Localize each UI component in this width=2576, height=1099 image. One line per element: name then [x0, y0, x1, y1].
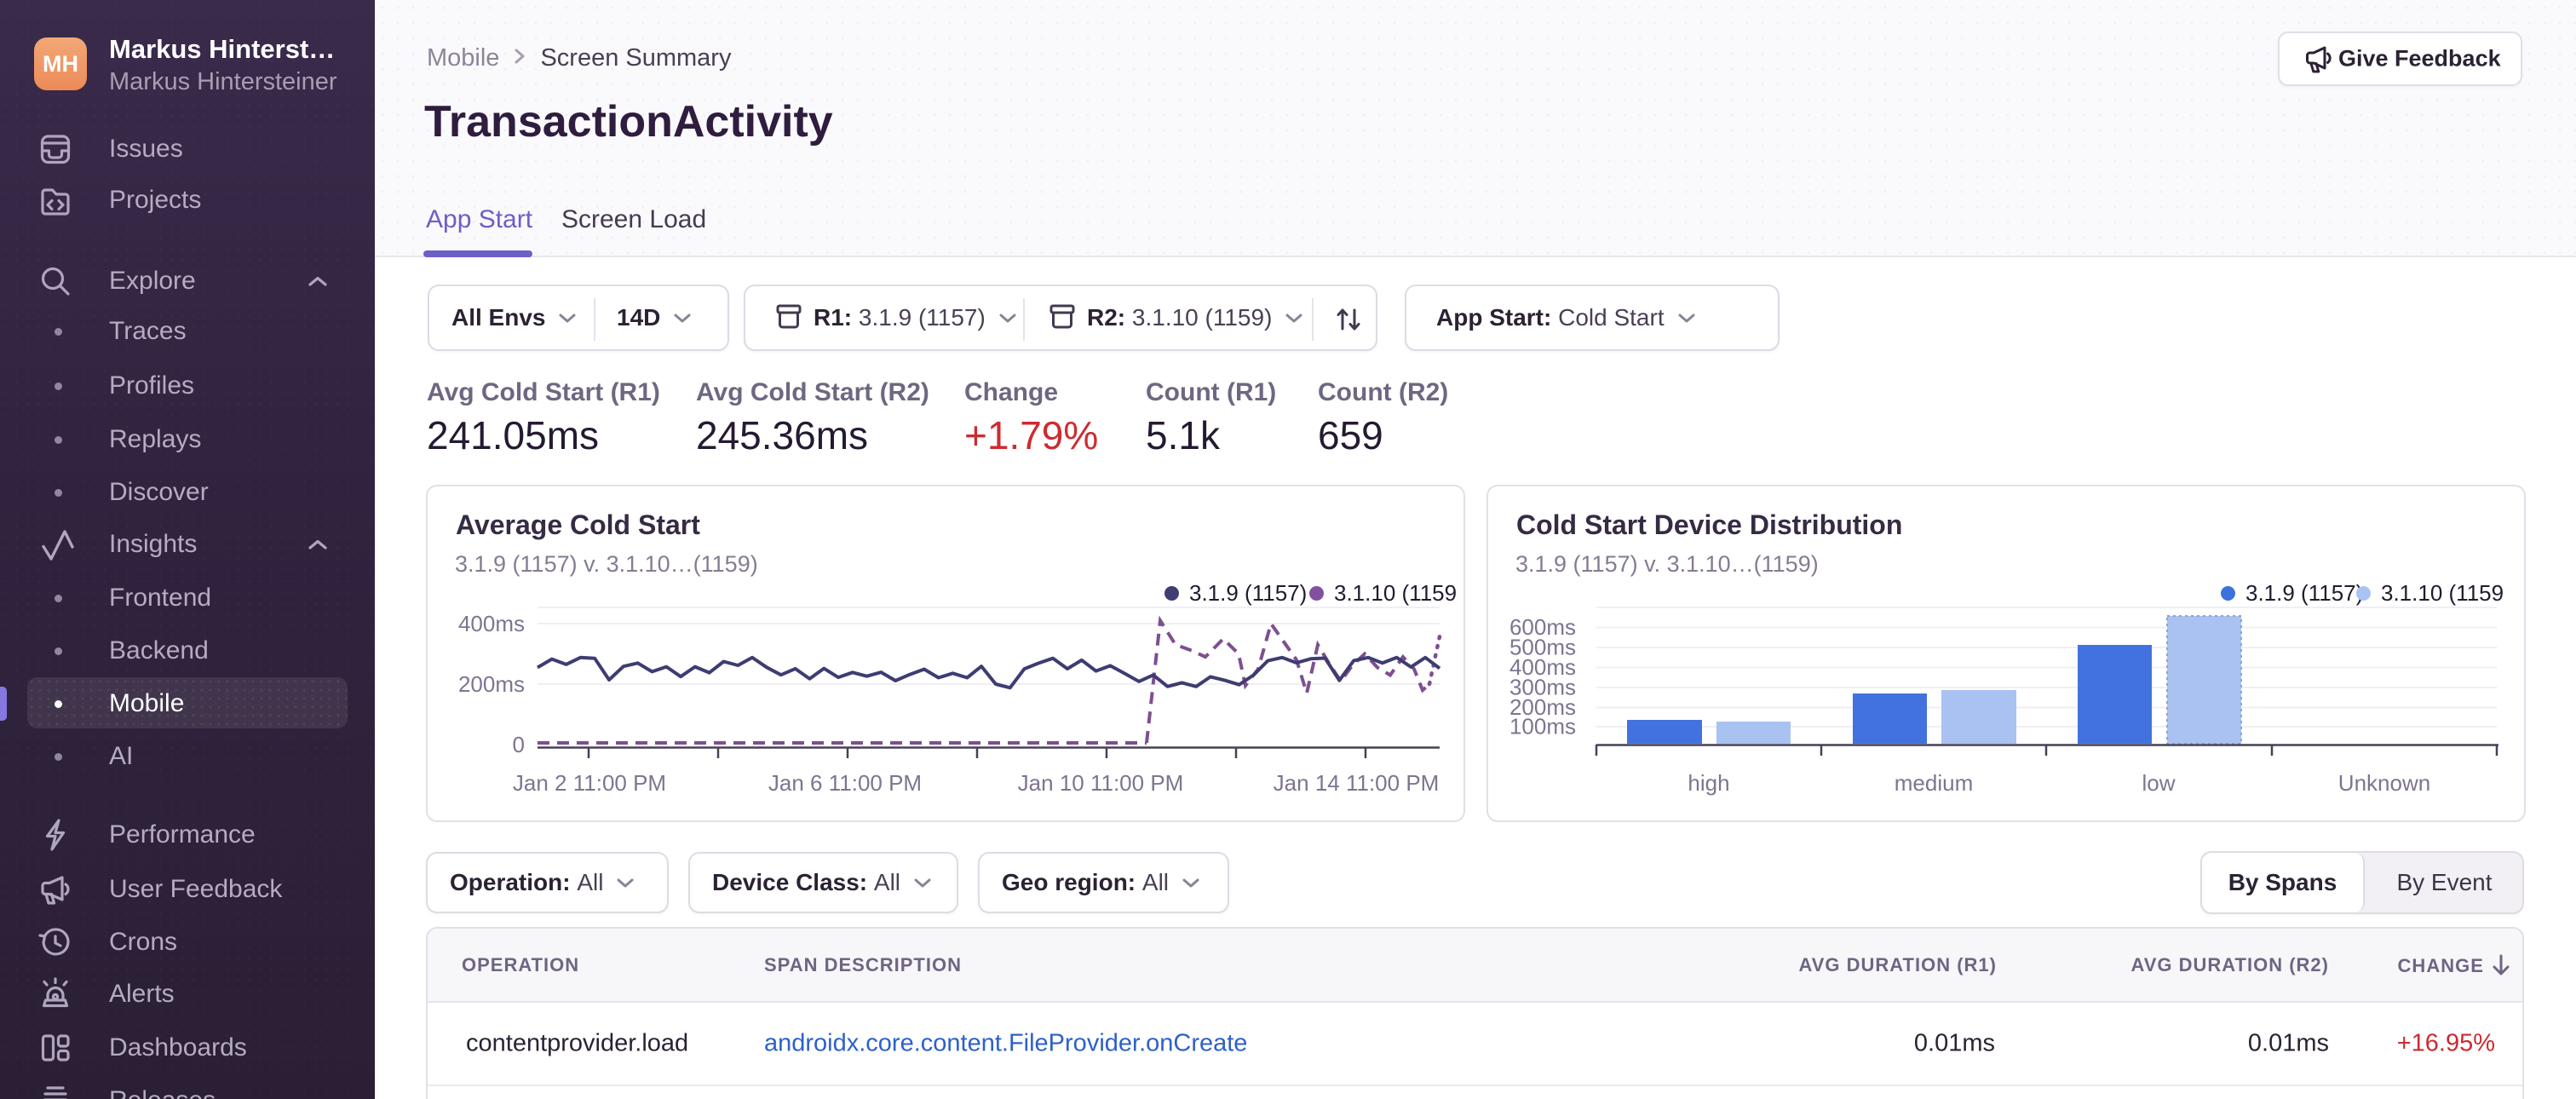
svg-text:200ms: 200ms	[458, 671, 525, 697]
svg-text:low: low	[2142, 770, 2175, 796]
svg-text:Unknown: Unknown	[2338, 770, 2430, 796]
svg-text:Jan 6 11:00 PM: Jan 6 11:00 PM	[768, 770, 922, 796]
svg-text:100ms: 100ms	[1509, 714, 1576, 739]
svg-text:high: high	[1688, 770, 1729, 796]
svg-text:Jan 2 11:00 PM: Jan 2 11:00 PM	[513, 770, 666, 796]
svg-text:0: 0	[513, 732, 525, 757]
svg-text:Jan 10 11:00 PM: Jan 10 11:00 PM	[1018, 770, 1184, 796]
svg-text:medium: medium	[1895, 770, 1973, 796]
svg-text:Jan 14 11:00 PM: Jan 14 11:00 PM	[1274, 770, 1440, 796]
svg-text:400ms: 400ms	[458, 611, 525, 636]
